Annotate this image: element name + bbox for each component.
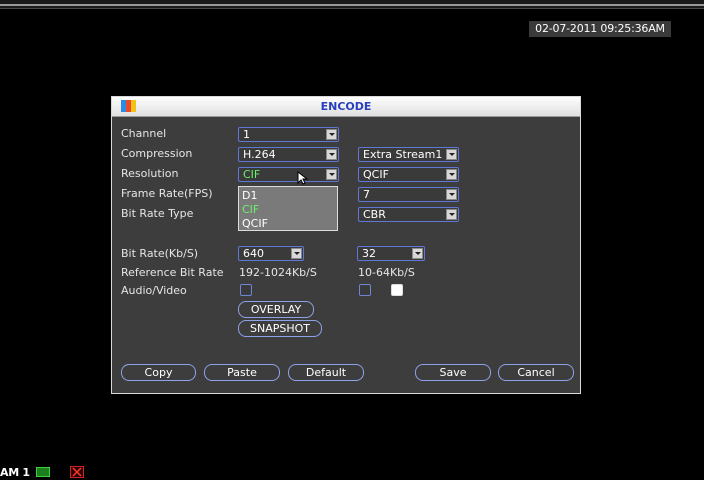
compression-value: H.264	[243, 148, 276, 161]
default-button[interactable]: Default	[288, 364, 364, 381]
label-audio-video: Audio/Video	[121, 284, 187, 297]
bit-rate-select[interactable]: 640	[238, 246, 304, 261]
label-channel: Channel	[121, 127, 167, 140]
mouse-pointer-icon	[297, 171, 309, 185]
encode-dialog: ENCODE Channel Compression Resolution Fr…	[111, 96, 581, 394]
resolution-option-d1[interactable]: D1	[242, 189, 257, 202]
audio-video-checkbox-extra-audio[interactable]	[391, 284, 403, 296]
audio-video-checkbox-main[interactable]	[240, 284, 252, 296]
chevron-down-icon[interactable]	[326, 149, 337, 160]
extra-frame-rate-select[interactable]: 7	[358, 187, 459, 202]
paste-button[interactable]: Paste	[204, 364, 280, 381]
label-compression: Compression	[121, 147, 193, 160]
label-resolution: Resolution	[121, 167, 179, 180]
overlay-button[interactable]: OVERLAY	[238, 301, 314, 318]
chevron-down-icon[interactable]	[446, 209, 457, 220]
reference-bit-rate-main: 192-1024Kb/S	[239, 266, 317, 279]
audio-video-checkbox-extra-video[interactable]	[359, 284, 371, 296]
extra-bit-rate-type-select[interactable]: CBR	[358, 207, 459, 222]
resolution-option-qcif[interactable]: QCIF	[242, 217, 268, 230]
bit-rate-value: 640	[243, 247, 264, 260]
save-button[interactable]: Save	[415, 364, 491, 381]
extra-bit-rate-type-value: CBR	[363, 208, 386, 221]
chevron-down-icon[interactable]	[326, 169, 337, 180]
chevron-down-icon[interactable]	[326, 129, 337, 140]
label-reference-bit-rate: Reference Bit Rate	[121, 266, 224, 279]
label-bit-rate-type: Bit Rate Type	[121, 207, 194, 220]
record-status-icon	[36, 467, 50, 477]
extra-frame-rate-value: 7	[363, 188, 370, 201]
chevron-down-icon[interactable]	[291, 248, 302, 259]
extra-resolution-select[interactable]: QCIF	[358, 167, 459, 182]
dialog-titlebar: ENCODE	[112, 97, 580, 117]
extra-stream-value: Extra Stream1	[363, 148, 443, 161]
extra-resolution-value: QCIF	[363, 168, 389, 181]
copy-button[interactable]: Copy	[121, 364, 196, 381]
resolution-option-cif[interactable]: CIF	[242, 203, 259, 216]
channel-select[interactable]: 1	[238, 127, 339, 142]
osd-timestamp: 02-07-2011 09:25:36AM	[529, 21, 671, 37]
extra-bit-rate-select[interactable]: 32	[357, 246, 425, 261]
compression-select[interactable]: H.264	[238, 147, 339, 162]
extra-bit-rate-value: 32	[362, 247, 376, 260]
reference-bit-rate-extra: 10-64Kb/S	[358, 266, 415, 279]
snapshot-button[interactable]: SNAPSHOT	[238, 320, 322, 337]
extra-stream-select[interactable]: Extra Stream1	[358, 147, 459, 162]
resolution-value: CIF	[243, 168, 261, 181]
chevron-down-icon[interactable]	[446, 169, 457, 180]
chevron-down-icon[interactable]	[446, 149, 457, 160]
motion-alarm-icon	[70, 466, 84, 478]
label-frame-rate: Frame Rate(FPS)	[121, 187, 213, 200]
chevron-down-icon[interactable]	[446, 189, 457, 200]
cancel-button[interactable]: Cancel	[498, 364, 574, 381]
chevron-down-icon[interactable]	[412, 248, 423, 259]
resolution-dropdown-list[interactable]: D1 CIF QCIF	[238, 186, 338, 231]
camera-label: AM 1	[0, 466, 30, 479]
channel-value: 1	[243, 128, 250, 141]
label-bit-rate: Bit Rate(Kb/S)	[121, 247, 199, 260]
dialog-title: ENCODE	[320, 100, 372, 113]
resolution-select[interactable]: CIF	[238, 167, 339, 182]
top-border	[0, 0, 704, 9]
